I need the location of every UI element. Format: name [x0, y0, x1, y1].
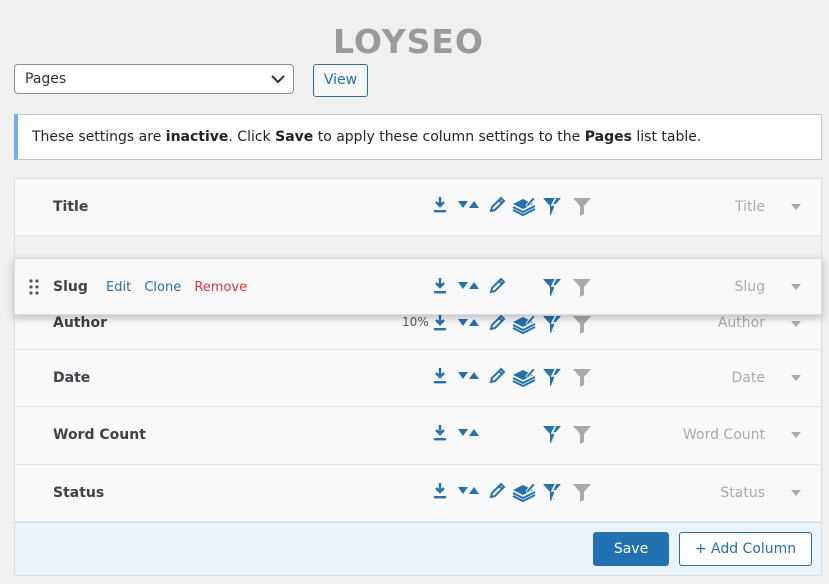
clone-link[interactable]: Clone	[144, 280, 181, 295]
column-label: Author	[53, 315, 107, 331]
inline-edit-icon	[489, 367, 506, 384]
column-type: Status	[720, 485, 765, 501]
expand-toggle-icon[interactable]	[791, 284, 801, 290]
select-value: Pages	[25, 71, 67, 87]
bulk-edit-icon	[512, 367, 536, 388]
columns-footer: Save + Add Column	[15, 522, 821, 575]
expand-toggle-icon[interactable]	[791, 432, 801, 438]
inline-edit-icon	[489, 314, 506, 331]
column-type: Word Count	[682, 427, 765, 443]
edit-link[interactable]: Edit	[106, 280, 131, 295]
notice-save: Save	[275, 129, 314, 145]
inline-edit-icon	[489, 196, 506, 213]
export-icon	[434, 315, 446, 331]
notice-pages: Pages	[584, 129, 632, 145]
columns-list: Title Title Author 10% Author Date Date …	[14, 178, 822, 576]
notice-text: to apply these column settings to the	[313, 129, 585, 145]
column-row-word-count[interactable]: Word Count Word Count	[15, 407, 821, 465]
sort-icon	[458, 372, 479, 379]
smart-filter-icon	[543, 367, 561, 386]
notice-text: These settings are	[32, 129, 166, 145]
filter-icon	[573, 426, 591, 444]
column-type: Date	[731, 370, 765, 386]
column-row-status[interactable]: Status Status	[15, 465, 821, 522]
column-type: Title	[734, 199, 765, 215]
bulk-edit-icon	[512, 196, 536, 217]
notice-inactive: inactive	[165, 129, 229, 145]
export-icon	[434, 368, 446, 384]
column-row-slug-dragging[interactable]: Slug Edit Clone Remove Slug	[14, 258, 822, 315]
row-actions: Edit Clone Remove	[106, 280, 256, 295]
filter-icon	[573, 316, 591, 334]
sort-icon	[458, 487, 479, 494]
column-label: Slug	[53, 279, 88, 295]
drag-handle-icon[interactable]	[29, 279, 39, 295]
bulk-edit-icon	[512, 314, 536, 335]
column-label: Word Count	[53, 427, 146, 443]
save-button[interactable]: Save	[593, 532, 669, 566]
column-type: Author	[717, 315, 765, 331]
column-type: Slug	[734, 279, 765, 295]
post-type-select[interactable]: Pages	[14, 64, 294, 94]
sort-icon	[458, 201, 479, 208]
sort-icon	[458, 319, 479, 326]
column-label: Date	[53, 370, 91, 386]
column-label: Title	[53, 199, 89, 215]
inline-edit-icon	[489, 277, 506, 294]
bulk-edit-icon	[512, 482, 536, 503]
loyseo-logo: LOYSEO	[333, 22, 503, 62]
column-row-title[interactable]: Title Title	[15, 179, 821, 236]
column-label: Status	[53, 485, 105, 501]
expand-toggle-icon[interactable]	[791, 204, 801, 210]
sort-icon	[458, 429, 479, 436]
smart-filter-icon	[543, 482, 561, 501]
filter-icon	[573, 369, 591, 387]
remove-link[interactable]: Remove	[194, 280, 247, 295]
smart-filter-icon	[543, 314, 561, 333]
sort-icon	[458, 282, 479, 289]
add-column-button[interactable]: + Add Column	[679, 532, 812, 566]
export-icon	[434, 425, 446, 441]
smart-filter-icon	[543, 424, 561, 443]
filter-icon	[573, 279, 591, 297]
inline-edit-icon	[489, 482, 506, 499]
smart-filter-icon	[543, 277, 561, 296]
filter-icon	[573, 198, 591, 216]
expand-toggle-icon[interactable]	[791, 375, 801, 381]
logo-text: LOYSEO	[333, 22, 484, 61]
inactive-notice: These settings are inactive. Click Save …	[14, 114, 822, 160]
chevron-down-icon	[271, 75, 285, 84]
expand-toggle-icon[interactable]	[791, 490, 801, 496]
export-icon	[434, 483, 446, 499]
notice-text: list table.	[631, 129, 702, 145]
expand-toggle-icon[interactable]	[791, 321, 801, 327]
notice-text: . Click	[228, 129, 276, 145]
filter-icon	[573, 484, 591, 502]
column-row-date[interactable]: Date Date	[15, 350, 821, 407]
column-width-percent: 10%	[402, 315, 429, 329]
view-button[interactable]: View	[313, 64, 368, 97]
export-icon	[434, 278, 446, 294]
export-icon	[434, 197, 446, 213]
smart-filter-icon	[543, 196, 561, 215]
